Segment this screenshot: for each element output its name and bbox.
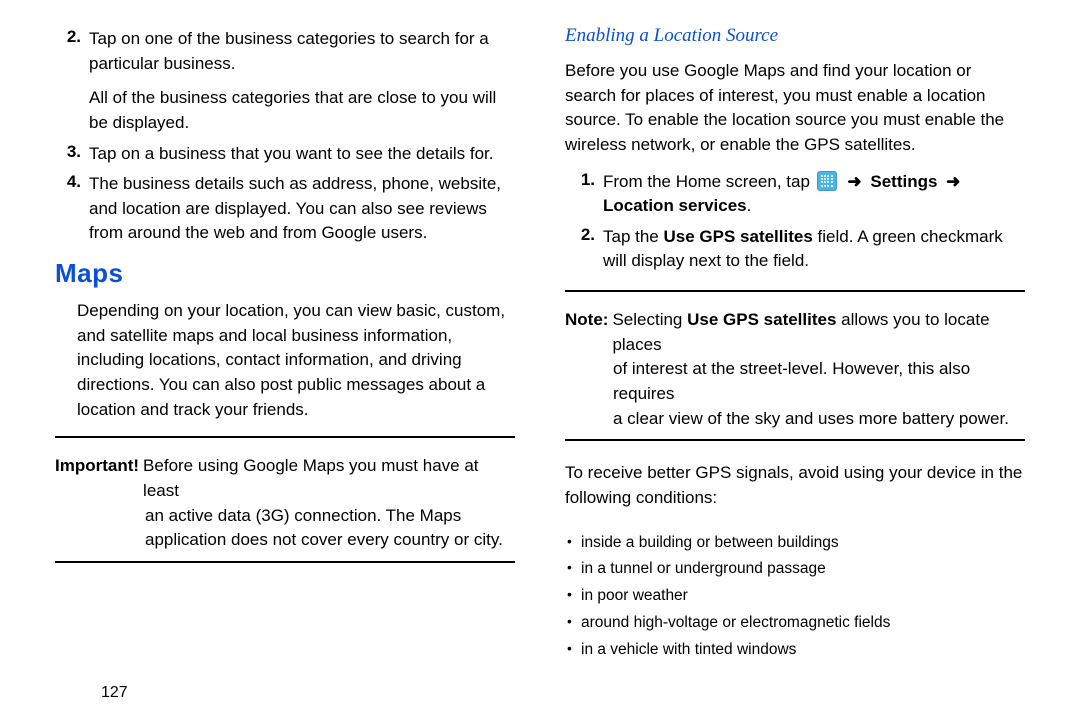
gps-conditions-intro: To receive better GPS signals, avoid usi…	[565, 461, 1025, 510]
right-step-2-number: 2.	[565, 225, 603, 274]
list-item: inside a building or between buildings	[565, 531, 1025, 556]
important-line1: Before using Google Maps you must have a…	[143, 454, 515, 503]
note-line3: a clear view of the sky and uses more ba…	[613, 407, 1025, 432]
use-gps-label: Use GPS satellites	[664, 227, 813, 246]
list-item: in a vehicle with tinted windows	[565, 638, 1025, 663]
period: .	[747, 196, 752, 215]
step-2-body: Tap on one of the business categories to…	[89, 29, 489, 73]
divider	[55, 436, 515, 438]
step-2-number: 2.	[55, 27, 89, 136]
right-step-1: 1. From the Home screen, tap ➜ Settings …	[565, 170, 1025, 219]
step-4-text: The business details such as address, ph…	[89, 172, 515, 246]
location-intro-paragraph: Before you use Google Maps and find your…	[565, 59, 1025, 158]
list-item: in poor weather	[565, 584, 1025, 609]
divider	[565, 439, 1025, 441]
right-step-2-part-a: Tap the	[603, 227, 664, 246]
right-step-2: 2. Tap the Use GPS satellites field. A g…	[565, 225, 1025, 274]
document-page: 2. Tap on one of the business categories…	[0, 0, 1080, 720]
divider	[55, 561, 515, 563]
step-3-text: Tap on a business that you want to see t…	[89, 142, 493, 167]
important-note: Important! Before using Google Maps you …	[55, 454, 515, 553]
section-subtitle: Enabling a Location Source	[565, 25, 1025, 47]
right-step-1-number: 1.	[565, 170, 603, 219]
note-line2: of interest at the street-level. However…	[613, 357, 1025, 406]
location-services-label: Location services	[603, 196, 747, 215]
maps-heading: Maps	[55, 258, 515, 289]
list-item: in a tunnel or underground passage	[565, 557, 1025, 582]
gps-conditions-list: inside a building or between buildings i…	[565, 529, 1025, 665]
step-4-number: 4.	[55, 172, 89, 246]
apps-icon	[817, 171, 837, 191]
gps-note: Note: Selecting Use GPS satellites allow…	[565, 308, 1025, 431]
maps-intro-paragraph: Depending on your location, you can view…	[77, 299, 515, 422]
step-3: 3. Tap on a business that you want to se…	[55, 142, 515, 167]
note-line1: Selecting Use GPS satellites allows you …	[612, 308, 1025, 357]
step-3-number: 3.	[55, 142, 89, 167]
step-4: 4. The business details such as address,…	[55, 172, 515, 246]
step-2: 2. Tap on one of the business categories…	[55, 27, 515, 136]
left-column: 2. Tap on one of the business categories…	[55, 25, 540, 700]
step-2-sub: All of the business categories that are …	[89, 86, 515, 135]
step-2-text: Tap on one of the business categories to…	[89, 27, 515, 136]
note-part-a: Selecting	[612, 310, 687, 329]
use-gps-label: Use GPS satellites	[687, 310, 836, 329]
arrow-icon: ➜	[843, 172, 865, 191]
divider	[565, 290, 1025, 292]
list-item: around high-voltage or electromagnetic f…	[565, 611, 1025, 636]
right-step-1-part-a: From the Home screen, tap	[603, 172, 810, 191]
important-label: Important!	[55, 454, 143, 503]
right-column: Enabling a Location Source Before you us…	[540, 25, 1025, 700]
note-label: Note:	[565, 308, 612, 357]
important-line3: application does not cover every country…	[145, 528, 515, 553]
important-line2: an active data (3G) connection. The Maps	[145, 504, 515, 529]
settings-label: Settings	[870, 172, 937, 191]
page-number: 127	[101, 684, 128, 702]
arrow-icon: ➜	[942, 172, 964, 191]
right-step-1-text: From the Home screen, tap ➜ Settings ➜ L…	[603, 170, 1025, 219]
right-step-2-text: Tap the Use GPS satellites field. A gree…	[603, 225, 1025, 274]
